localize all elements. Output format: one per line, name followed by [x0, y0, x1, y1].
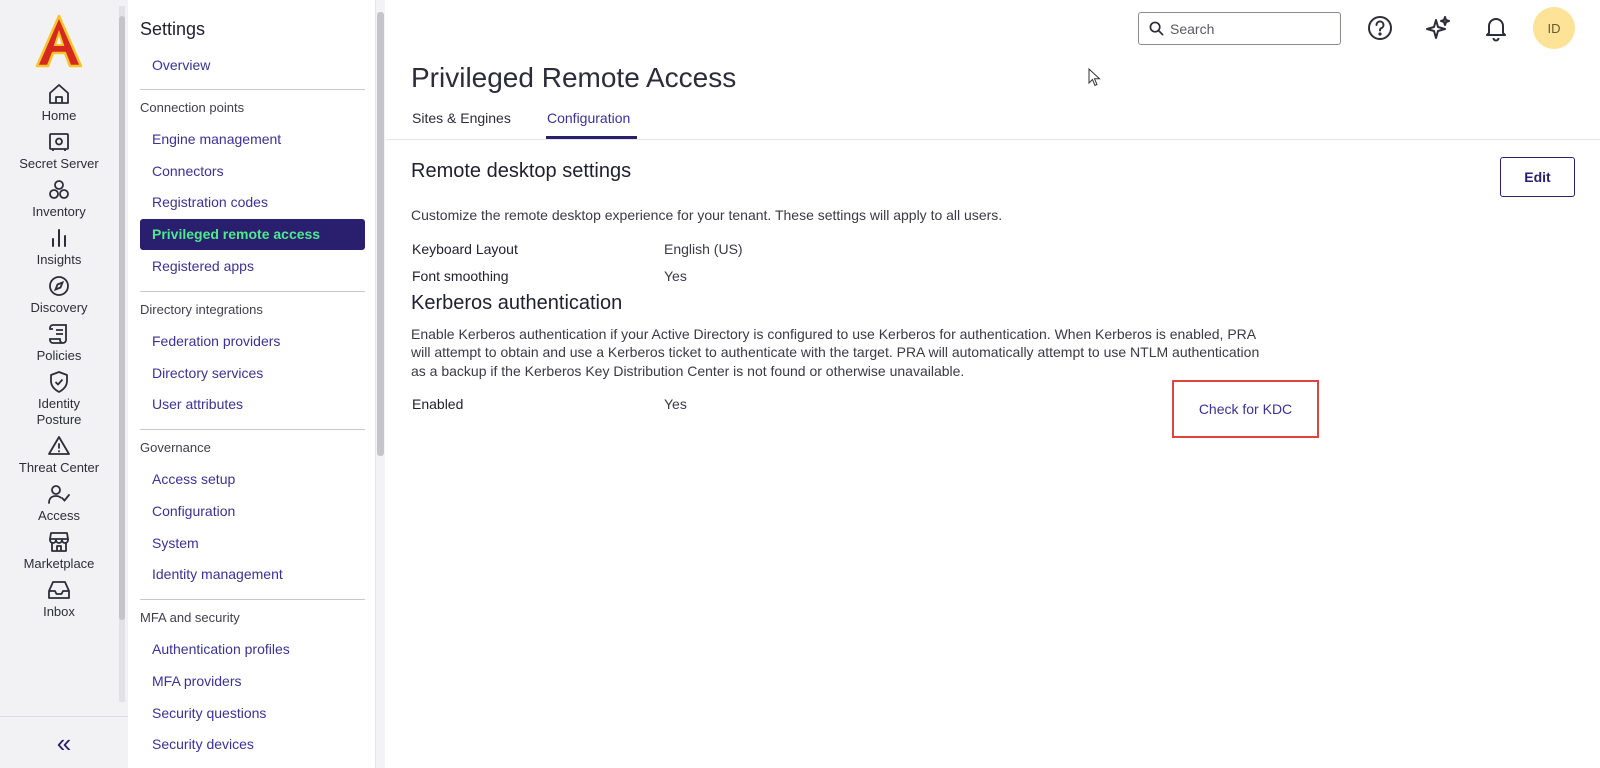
rail-item-label: Inventory: [32, 204, 86, 219]
scroll-icon: [49, 324, 67, 344]
search-icon: [1149, 21, 1164, 36]
rail-item-threat-center[interactable]: Threat Center: [0, 434, 118, 476]
kerberos-authentication-title: Kerberos authentication: [411, 292, 623, 314]
settings-nav-user-attributes[interactable]: User attributes: [152, 396, 243, 412]
settings-nav-scrollbar[interactable]: [376, 0, 385, 768]
warning-icon: [48, 436, 70, 455]
kerberos-description-line: Enable Kerberos authentication if your A…: [411, 326, 1257, 342]
settings-nav: Settings Overview Connection points Engi…: [128, 0, 376, 768]
rail-item-label: Marketplace: [23, 556, 95, 571]
settings-nav-overview[interactable]: Overview: [152, 57, 210, 73]
user-check-icon: [48, 485, 70, 504]
shield-check-icon: [50, 371, 68, 393]
settings-nav-privileged-remote-access[interactable]: Privileged remote access: [140, 219, 365, 250]
bar-chart-icon: [52, 229, 66, 247]
keyboard-layout-label: Keyboard Layout: [412, 241, 518, 257]
tab-configuration[interactable]: Configuration: [547, 110, 630, 126]
edit-button[interactable]: Edit: [1500, 157, 1575, 197]
rail-scrollbar-thumb[interactable]: [119, 16, 125, 620]
settings-nav-registration-codes[interactable]: Registration codes: [152, 194, 268, 210]
compass-icon: [49, 276, 69, 296]
rail-item-inventory[interactable]: Inventory: [0, 178, 118, 220]
settings-nav-directory-services[interactable]: Directory services: [152, 365, 263, 381]
rail-item-secret-server[interactable]: Secret Server: [0, 130, 118, 172]
rail-item-label: Threat Center: [18, 460, 100, 475]
divider: [140, 599, 365, 600]
mouse-cursor-icon: [1088, 68, 1101, 87]
settings-nav-mfa-providers[interactable]: MFA providers: [152, 673, 241, 689]
rail-item-label: Access: [38, 508, 80, 523]
settings-nav-security-questions[interactable]: Security questions: [152, 705, 266, 721]
store-icon: [49, 532, 69, 552]
settings-nav-title: Settings: [140, 19, 206, 39]
home-icon: [49, 84, 69, 104]
settings-nav-security-devices[interactable]: Security devices: [152, 736, 254, 752]
settings-nav-configuration[interactable]: Configuration: [152, 503, 235, 519]
font-smoothing-label: Font smoothing: [412, 268, 509, 284]
help-icon[interactable]: [1366, 14, 1394, 42]
rail-item-home[interactable]: Home: [0, 82, 118, 124]
check-for-kdc-button[interactable]: Check for KDC: [1172, 380, 1319, 438]
settings-nav-registered-apps[interactable]: Registered apps: [152, 258, 254, 274]
rail-item-label: Discovery: [30, 300, 88, 315]
rail-item-marketplace[interactable]: Marketplace: [0, 530, 118, 572]
divider: [140, 429, 365, 430]
divider: [140, 89, 365, 90]
rail-item-label: Insights: [36, 252, 82, 267]
app-rail: Home Secret Server Inventory Insights Di…: [0, 0, 128, 768]
tab-sites-engines[interactable]: Sites & Engines: [412, 110, 511, 126]
settings-nav-authentication-profiles[interactable]: Authentication profiles: [152, 641, 290, 657]
font-smoothing-value: Yes: [664, 268, 687, 284]
avatar[interactable]: ID: [1533, 7, 1575, 49]
collapse-icon: «: [56, 727, 72, 758]
rail-item-label: Inbox: [43, 604, 75, 619]
keyboard-layout-value: English (US): [664, 241, 743, 257]
app-logo[interactable]: [34, 14, 84, 68]
rail-item-access[interactable]: Access: [0, 482, 118, 524]
settings-nav-identity-management[interactable]: Identity management: [152, 566, 283, 582]
search-box[interactable]: [1138, 12, 1341, 45]
sparkle-icon[interactable]: [1424, 14, 1452, 42]
kerberos-description-line: will attempt to obtain and use a Kerbero…: [411, 344, 1260, 360]
rail-item-inbox[interactable]: Inbox: [0, 578, 118, 620]
settings-nav-access-setup[interactable]: Access setup: [152, 471, 235, 487]
divider: [140, 291, 365, 292]
settings-nav-engine-management[interactable]: Engine management: [152, 131, 281, 147]
inventory-icon: [49, 180, 69, 199]
avatar-initials: ID: [1547, 20, 1561, 36]
rail-item-identity-posture[interactable]: Identity Posture: [0, 370, 118, 428]
rail-item-policies[interactable]: Policies: [0, 322, 118, 364]
kerberos-enabled-label: Enabled: [412, 396, 464, 412]
search-input[interactable]: [1170, 20, 1330, 37]
page-title: Privileged Remote Access: [411, 62, 737, 93]
rail-item-label: Policies: [36, 348, 82, 363]
remote-desktop-settings-title: Remote desktop settings: [411, 160, 632, 182]
rail-item-label: Secret Server: [19, 156, 99, 171]
settings-nav-heading: Governance: [140, 440, 211, 455]
inbox-icon: [48, 581, 70, 599]
vault-icon: [49, 133, 69, 151]
settings-nav-scrollbar-thumb[interactable]: [377, 12, 384, 456]
kerberos-enabled-value: Yes: [664, 396, 687, 412]
divider: [386, 139, 1600, 140]
settings-nav-connectors[interactable]: Connectors: [152, 163, 224, 179]
rail-item-insights[interactable]: Insights: [0, 226, 118, 268]
collapse-rail-button[interactable]: «: [0, 716, 128, 768]
settings-nav-heading: MFA and security: [140, 610, 240, 625]
settings-nav-system[interactable]: System: [152, 535, 199, 551]
rail-item-label: Home: [41, 108, 77, 123]
rail-item-label: Identity Posture: [36, 396, 82, 427]
remote-desktop-description: Customize the remote desktop experience …: [411, 207, 1003, 223]
rail-item-discovery[interactable]: Discovery: [0, 274, 118, 316]
settings-nav-federation-providers[interactable]: Federation providers: [152, 333, 280, 349]
kerberos-description-line: as a backup if the Kerberos Key Distribu…: [411, 363, 965, 379]
bell-icon[interactable]: [1482, 14, 1510, 42]
settings-nav-heading: Directory integrations: [140, 302, 263, 317]
settings-nav-heading: Connection points: [140, 100, 245, 115]
settings-nav-active-label: Privileged remote access: [152, 226, 321, 242]
rail-scrollbar[interactable]: [119, 6, 125, 702]
